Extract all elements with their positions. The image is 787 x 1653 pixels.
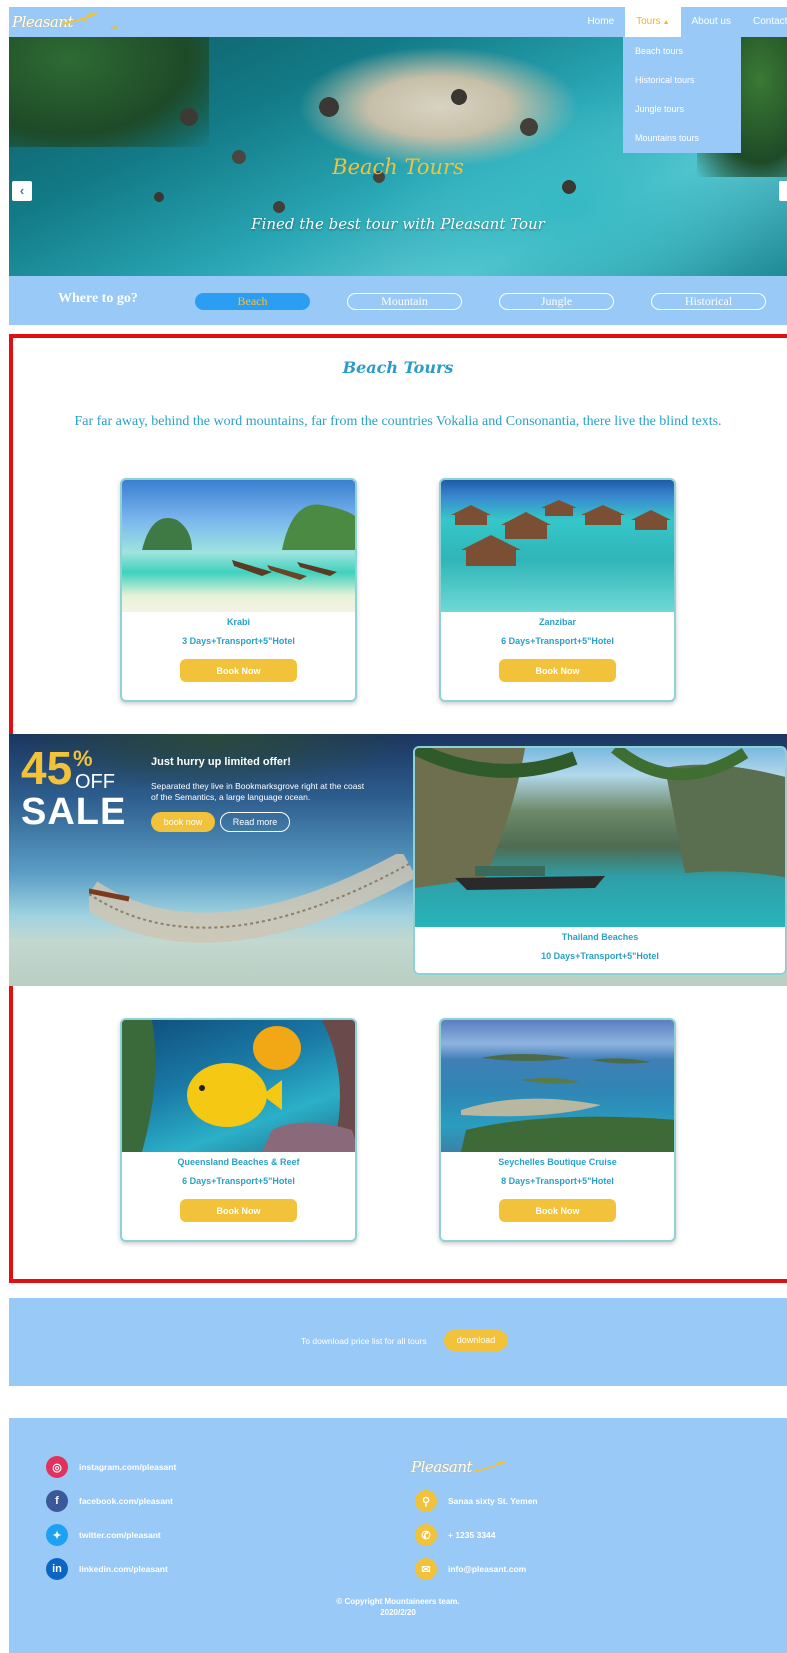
tour-name: Krabi — [226, 617, 250, 627]
slider-prev-icon[interactable]: ‹ — [12, 181, 32, 201]
dropdown-item-beach[interactable]: Beach tours — [623, 37, 741, 66]
nav-home[interactable]: Home — [576, 7, 625, 37]
location-icon: ⚲ — [415, 1490, 437, 1512]
tour-card-thailand: Thailand Beaches 10 Days+Transport+5"Hot… — [413, 746, 787, 975]
sale-percent-sign: % — [73, 746, 93, 771]
nav-about[interactable]: About us — [681, 7, 742, 37]
offer-book-now-button[interactable]: book now — [151, 812, 215, 832]
copyright: © Copyright Mountaineers team. 2020/2/20 — [9, 1596, 787, 1618]
offer-title: Just hurry up limited offer! — [151, 756, 291, 768]
hero-subtitle: Fined the best tour with Pleasant Tour — [251, 215, 545, 233]
linkedin-icon: in — [46, 1558, 68, 1580]
dropdown-item-historical[interactable]: Historical tours — [623, 66, 741, 95]
tour-name: Seychelles Boutique Cruise — [498, 1157, 617, 1167]
instagram-icon: ◎ — [46, 1456, 68, 1478]
book-now-button[interactable]: Book Now — [180, 1199, 297, 1222]
download-text: To download price list for all tours — [301, 1336, 427, 1346]
tour-image-queensland — [122, 1020, 355, 1152]
tour-image-zanzibar — [441, 480, 674, 612]
filter-label: Where to go? — [58, 291, 138, 306]
section-description: Far far away, behind the word mountains,… — [74, 414, 722, 429]
nav-contact[interactable]: Contact us — [742, 7, 787, 37]
footer-contact-text: Sanaa sixty St. Yemen — [448, 1496, 538, 1506]
tour-image-thailand — [415, 748, 785, 927]
footer-instagram[interactable]: ◎ instagram.com/pleasant — [46, 1456, 176, 1478]
dropdown-item-jungle[interactable]: Jungle tours — [623, 95, 741, 124]
footer-link-text: facebook.com/pleasant — [79, 1496, 174, 1506]
section-title: Beach Tours — [342, 358, 454, 377]
thailand-scene — [415, 748, 785, 890]
footer-facebook[interactable]: f facebook.com/pleasant — [46, 1490, 173, 1512]
nav-tours[interactable]: Tours ▲ — [625, 7, 681, 37]
twitter-icon: ✦ — [46, 1524, 68, 1546]
footer-contact-text: + 1235 3344 — [448, 1530, 496, 1540]
tour-info: 6 Days+Transport+5"Hotel — [182, 1176, 295, 1186]
filter-mountain[interactable]: Mountain — [347, 293, 462, 310]
slider-next-icon[interactable]: › — [779, 181, 787, 201]
dropdown-item-mountains[interactable]: Mountains tours — [623, 124, 741, 153]
footer-linkedin[interactable]: in linkedin.com/pleasant — [46, 1558, 168, 1580]
footer-phone[interactable]: ✆ + 1235 3344 — [415, 1524, 496, 1546]
krabi-scene — [142, 504, 355, 580]
reef-scene — [122, 1020, 355, 1152]
book-now-button[interactable]: Book Now — [499, 1199, 616, 1222]
footer-email[interactable]: ✉ info@pleasant.com — [415, 1558, 526, 1580]
sale-percent: 45 — [21, 742, 73, 794]
sale-word: SALE — [21, 791, 127, 833]
offer-banner: 45 % OFF SALE Just hurry up limited offe… — [9, 734, 787, 986]
tour-card-queensland: Queensland Beaches & Reef 6 Days+Transpo… — [120, 1018, 357, 1242]
tour-image-krabi — [122, 480, 355, 612]
tour-card-krabi: Krabi 3 Days+Transport+5"Hotel Book Now — [120, 478, 357, 702]
mail-icon: ✉ — [415, 1558, 437, 1580]
footer-link-text: instagram.com/pleasant — [79, 1462, 177, 1472]
phone-icon: ✆ — [415, 1524, 437, 1546]
tour-image-seychelles — [441, 1020, 674, 1152]
book-now-button[interactable]: Book Now — [499, 659, 616, 682]
footer-logo: Pleasant — [411, 1456, 508, 1478]
tour-info: 8 Days+Transport+5"Hotel — [501, 1176, 614, 1186]
hero-title: Beach Tours — [332, 155, 464, 179]
seychelles-scene — [461, 1054, 674, 1152]
download-button[interactable]: download — [444, 1330, 508, 1351]
download-band: To download price list for all tours dow… — [9, 1298, 787, 1386]
nav-tours-label: Tours — [636, 16, 661, 27]
footer-address: ⚲ Sanaa sixty St. Yemen — [415, 1490, 538, 1512]
book-now-button[interactable]: Book Now — [180, 659, 297, 682]
tour-name: Queensland Beaches & Reef — [177, 1157, 300, 1167]
zanzibar-scene — [451, 500, 671, 566]
nav-links: Home Tours▲ About us Contact us — [576, 7, 787, 37]
tour-info: 10 Days+Transport+5"Hotel — [541, 951, 659, 961]
offer-read-more-button[interactable]: Read more — [220, 812, 290, 832]
footer-contact-text: info@pleasant.com — [448, 1564, 527, 1574]
logo-sub: co — [111, 25, 118, 31]
footer-twitter[interactable]: ✦ twitter.com/pleasant — [46, 1524, 161, 1546]
tour-name: Zanzibar — [538, 617, 576, 627]
brand-logo[interactable]: Pleasant co — [12, 9, 117, 35]
top-navbar: Pleasant co Home Tours ▲ About us Contact… — [9, 7, 787, 37]
tour-info: 3 Days+Transport+5"Hotel — [182, 636, 295, 646]
footer-link-text: linkedin.com/pleasant — [79, 1564, 168, 1574]
filter-beach[interactable]: Beach — [195, 293, 310, 310]
destination-filter: Where to go? Beach Mountain Jungle Histo… — [9, 276, 787, 325]
copyright-year: 2020/2/20 — [380, 1608, 416, 1617]
caret-up-icon: ▲ — [662, 19, 670, 26]
hero-rocks — [129, 77, 609, 227]
hammock-illustration — [89, 854, 417, 943]
tour-card-zanzibar: Zanzibar 6 Days+Transport+5"Hotel Book N… — [439, 478, 676, 702]
offer-text: Separated they live in Bookmarksgrove ri… — [151, 781, 365, 802]
filter-historical[interactable]: Historical — [651, 293, 766, 310]
tour-name: Thailand Beaches — [561, 932, 639, 942]
facebook-icon: f — [46, 1490, 68, 1512]
plane-icon — [474, 1460, 507, 1473]
footer-link-text: twitter.com/pleasant — [79, 1530, 161, 1540]
filter-jungle[interactable]: Jungle — [499, 293, 614, 310]
footer: ◎ instagram.com/pleasant f facebook.com/… — [9, 1418, 787, 1653]
tour-info: 6 Days+Transport+5"Hotel — [501, 636, 614, 646]
tour-card-seychelles: Seychelles Boutique Cruise 8 Days+Transp… — [439, 1018, 676, 1242]
copyright-text: © Copyright Mountaineers team. — [336, 1597, 460, 1606]
footer-logo-text: Pleasant — [411, 1458, 473, 1476]
tours-dropdown: Beach tours Historical tours Jungle tour… — [623, 37, 741, 153]
plane-icon — [61, 12, 99, 25]
